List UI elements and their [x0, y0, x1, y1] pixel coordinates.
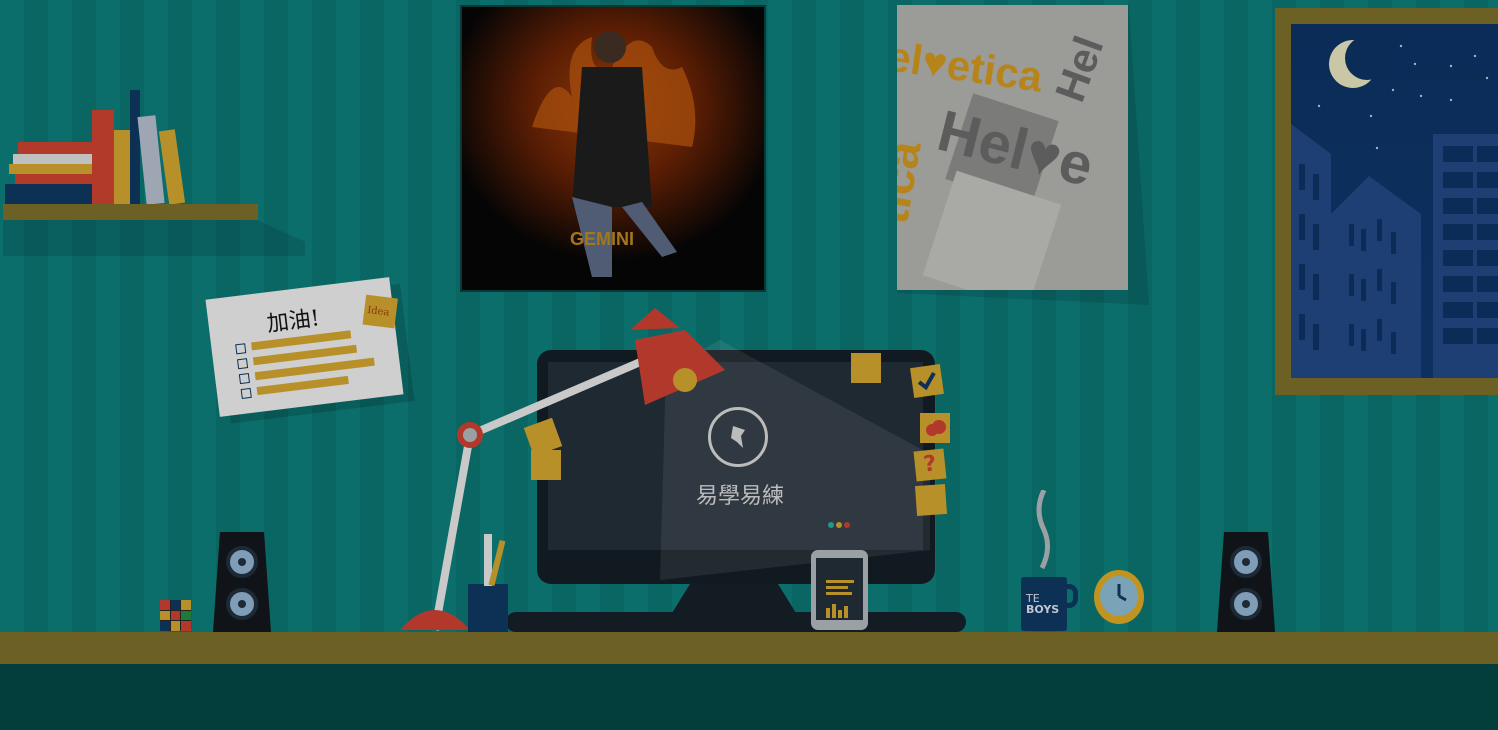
movie-poster: GEMINI: [460, 5, 766, 292]
pen-cup: [468, 584, 508, 632]
steam: [1036, 490, 1050, 570]
rubiks-cube: [160, 600, 191, 631]
night-city: [1291, 36, 1498, 378]
poster-word-4: tica: [897, 137, 932, 228]
workspace-illustration: GEMINI el♥etica Hel♥e Hel tica 加油! Idea …: [0, 0, 1498, 730]
clock-icon: [1094, 570, 1144, 624]
checkbox-icon: [235, 343, 247, 355]
book-stack: [5, 142, 98, 204]
poster-word-1: el♥etica: [897, 32, 1046, 101]
sticky-note: [914, 483, 948, 517]
desk-lamp: [400, 308, 725, 631]
status-dots: [828, 522, 854, 530]
phone-screen: [816, 558, 863, 620]
wall-shelf: [3, 204, 258, 220]
phone: [811, 550, 868, 630]
idea-label: Idea: [366, 304, 391, 319]
checkbox-icon: [238, 372, 250, 385]
clock-face: [1100, 576, 1138, 616]
mug: TE BOYS: [1021, 577, 1067, 631]
mug-line-2: BOYS: [1026, 603, 1060, 616]
poster-word-3: Hel: [1045, 30, 1113, 108]
upright-books: [92, 90, 192, 205]
todo-note: 加油! Idea: [205, 277, 404, 417]
shelf-shadow: [3, 220, 305, 256]
checkmark-icon: [910, 364, 944, 398]
movie-title: GEMINI: [570, 229, 634, 249]
checkbox-icon: [236, 358, 249, 370]
idea-sticker: Idea: [362, 294, 398, 329]
desk-front: [0, 664, 1498, 730]
left-speaker: [213, 532, 271, 632]
typography-poster: el♥etica Hel♥e Hel tica: [897, 5, 1128, 290]
desk-surface: [0, 632, 1498, 664]
right-speaker: [1217, 532, 1275, 632]
concert-art: GEMINI: [462, 7, 764, 290]
question-mark-icon: ?: [913, 448, 947, 482]
note-title: 加油!: [265, 306, 322, 338]
sticky-note: [851, 353, 881, 383]
cloud-icon: [920, 413, 950, 443]
night-window: [1291, 24, 1498, 378]
checkbox-icon: [240, 387, 252, 400]
